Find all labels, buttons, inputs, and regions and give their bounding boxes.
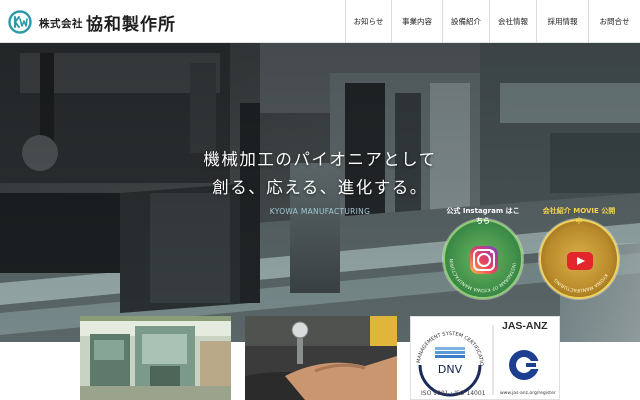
hero-tagline-line1: 機械加工のパイオニアとして [203, 150, 437, 169]
youtube-play-icon [567, 252, 593, 270]
company-name: 協和製作所 [86, 14, 176, 35]
jas-anz-url: www.jas-anz.org/register [500, 391, 556, 396]
site-logo[interactable]: 株式会社 協和製作所 [8, 9, 176, 35]
svg-text:MANAGEMENT SYSTEM CERTIFICATIO: MANAGEMENT SYSTEM CERTIFICATION [411, 317, 484, 366]
nav-item-business[interactable]: 事業内容 [391, 0, 442, 43]
site-header: 株式会社 協和製作所 お知らせ 事業内容 設備紹介 会社情報 採用情報 お問合せ [0, 0, 640, 43]
svg-text:KYOWA MANUFACTURING: KYOWA MANUFACTURING [553, 272, 609, 293]
certification-card[interactable]: MANAGEMENT SYSTEM CERTIFICATION DNV JAS-… [410, 316, 560, 400]
nav-item-equipment[interactable]: 設備紹介 [442, 0, 489, 43]
worker-photo-card[interactable] [245, 316, 397, 400]
equipment-photo-card[interactable] [80, 316, 231, 400]
hero-tagline-line2: 創る、応える、進化する。 [212, 178, 428, 197]
factory-machine-image [80, 316, 231, 400]
movie-badge[interactable]: 会社紹介 MOVIE 公開中 KYOWA MANUFACTURING [539, 207, 619, 299]
iso-label: ISO 9001 · ISO 14001 [421, 390, 486, 397]
measurement-work-image [245, 316, 397, 400]
company-prefix: 株式会社 [39, 18, 83, 30]
nav-item-recruit[interactable]: 採用情報 [536, 0, 588, 43]
instagram-badge[interactable]: 公式 Instagram はこちら INSTAGRAM OF KYOWA MAN… [443, 207, 523, 299]
hero-section: 機械加工のパイオニアとして 創る、応える、進化する。 KYOWA MANUFAC… [0, 43, 640, 342]
main-nav: お知らせ 事業内容 設備紹介 会社情報 採用情報 お問合せ [345, 0, 640, 43]
instagram-icon [470, 246, 498, 274]
svg-text:DNV: DNV [438, 363, 463, 376]
nav-item-contact[interactable]: お問合せ [588, 0, 640, 43]
nav-item-news[interactable]: お知らせ [345, 0, 391, 43]
kw-logo-icon [8, 10, 32, 34]
nav-item-company[interactable]: 会社情報 [489, 0, 536, 43]
jas-anz-title: JAS-ANZ [502, 320, 548, 332]
